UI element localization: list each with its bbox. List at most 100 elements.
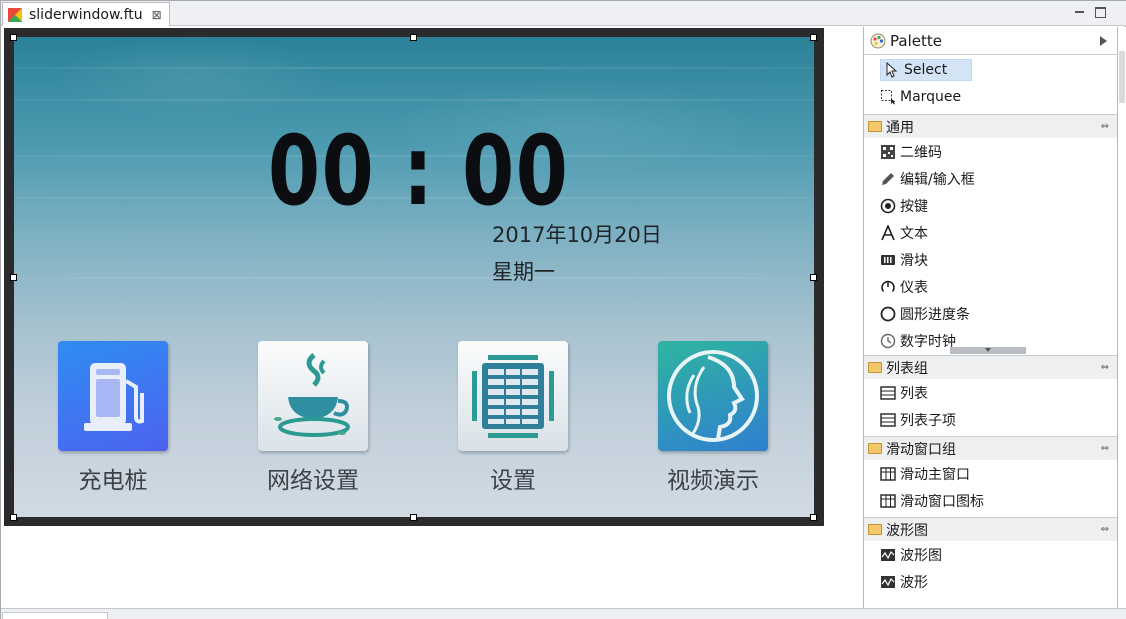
resize-handle[interactable] xyxy=(810,34,817,41)
grid-window-icon xyxy=(880,493,896,508)
drawer-common[interactable]: 通用 ⇔ xyxy=(864,114,1117,138)
tool-slide-window-icon[interactable]: 滑动窗口图标 xyxy=(864,487,1117,514)
app-label: 设置 xyxy=(490,468,536,494)
resize-handle[interactable] xyxy=(810,514,817,521)
maximize-button[interactable] xyxy=(1095,7,1106,18)
close-icon[interactable]: ⊠ xyxy=(152,8,162,22)
tool-label: 波形图 xyxy=(900,547,942,564)
resize-handle[interactable] xyxy=(10,514,17,521)
minimize-button[interactable] xyxy=(1073,5,1087,19)
tool-circle-progress[interactable]: 圆形进度条 xyxy=(864,300,1117,327)
resize-handle[interactable] xyxy=(810,274,817,281)
drawer-scroll-handle[interactable] xyxy=(950,347,1026,354)
tool-waveform-chart[interactable]: 波形图 xyxy=(864,541,1117,568)
folder-icon xyxy=(868,121,882,132)
tool-wave[interactable]: 波形 xyxy=(864,568,1117,595)
tool-label: Select xyxy=(904,61,948,78)
editor-tab[interactable]: sliderwindow.ftu ⊠ xyxy=(2,2,170,26)
tool-label: 滑动窗口图标 xyxy=(900,493,984,510)
folder-icon xyxy=(868,362,882,373)
tool-label: 滑动主窗口 xyxy=(900,466,970,483)
tool-list[interactable]: 列表 xyxy=(864,379,1117,406)
drawer-label: 通用 xyxy=(886,119,914,136)
pencil-icon xyxy=(882,172,894,185)
tool-slide-main-window[interactable]: 滑动主窗口 xyxy=(864,460,1117,487)
collapse-icon[interactable]: ⇔ xyxy=(1101,524,1109,535)
device-frame: 00 : 00 2017年10月20日 星期一 充电桩 网络设置 设置 视频演示 xyxy=(4,28,824,526)
collapse-icon[interactable]: ⇔ xyxy=(1101,121,1109,132)
palette-header[interactable]: Palette xyxy=(864,27,1117,55)
marquee-icon xyxy=(881,89,896,104)
clock-icon xyxy=(880,333,896,348)
tool-label: 列表 xyxy=(900,385,928,402)
drawer-label: 列表组 xyxy=(886,360,928,377)
list-icon xyxy=(880,385,896,400)
tool-slider[interactable]: 滑块 xyxy=(864,246,1117,273)
face-profile-icon[interactable] xyxy=(658,341,768,451)
weekday-text[interactable]: 星期一 xyxy=(492,256,555,286)
app-charging-pile[interactable]: 充电桩 xyxy=(57,341,169,495)
resize-handle[interactable] xyxy=(410,34,417,41)
tool-text[interactable]: 文本 xyxy=(864,219,1117,246)
tool-label: 二维码 xyxy=(900,144,942,161)
drawer-slide-window-group[interactable]: 滑动窗口组 ⇔ xyxy=(864,436,1117,460)
app-label: 视频演示 xyxy=(667,468,759,494)
palette-panel: Palette Select Marquee 通用 ⇔ 二维码 编辑/输入框 按… xyxy=(863,27,1118,608)
expand-arrow-icon[interactable] xyxy=(1100,35,1107,46)
tool-label: 文本 xyxy=(900,225,928,242)
drawer-label: 滑动窗口组 xyxy=(886,441,956,458)
resize-handle[interactable] xyxy=(10,34,17,41)
gauge-icon xyxy=(881,280,895,292)
tool-marquee[interactable]: Marquee xyxy=(864,83,1117,110)
device-screen[interactable]: 00 : 00 2017年10月20日 星期一 充电桩 网络设置 设置 视频演示 xyxy=(14,37,814,517)
tool-qrcode[interactable]: 二维码 xyxy=(864,138,1117,165)
palette-scrollbar[interactable] xyxy=(1118,27,1126,608)
design-canvas[interactable]: 00 : 00 2017年10月20日 星期一 充电桩 网络设置 设置 视频演示 xyxy=(1,27,863,608)
scrollbar-thumb[interactable] xyxy=(1119,51,1125,103)
palette-icon xyxy=(870,33,886,48)
bottom-tab[interactable] xyxy=(2,612,108,619)
file-icon xyxy=(8,7,22,22)
tool-label: 按键 xyxy=(900,198,928,215)
palette-title: Palette xyxy=(890,31,942,50)
tool-select[interactable]: Select xyxy=(864,56,1117,83)
app-video-demo[interactable]: 视频演示 xyxy=(657,341,769,495)
tool-select-highlight[interactable]: Select xyxy=(880,58,973,81)
tool-label: 数字时钟 xyxy=(900,333,956,350)
fuel-pump-icon[interactable] xyxy=(58,341,168,451)
app-settings[interactable]: 设置 xyxy=(457,341,569,495)
collapse-icon[interactable]: ⇔ xyxy=(1101,362,1109,373)
app-label: 充电桩 xyxy=(78,468,148,494)
drawer-label: 波形图 xyxy=(886,522,928,539)
tool-edit-input[interactable]: 编辑/输入框 xyxy=(864,165,1117,192)
slider-icon xyxy=(881,254,895,265)
resize-handle[interactable] xyxy=(410,514,417,521)
settings-grid-icon[interactable] xyxy=(458,341,568,451)
radio-button-icon xyxy=(880,198,896,213)
tool-label: 仪表 xyxy=(900,279,928,296)
tool-button[interactable]: 按键 xyxy=(864,192,1117,219)
resize-handle[interactable] xyxy=(10,274,17,281)
date-text[interactable]: 2017年10月20日 xyxy=(492,219,662,249)
water-ripple xyxy=(14,277,814,279)
drawer-waveform[interactable]: 波形图 ⇔ xyxy=(864,517,1117,541)
folder-icon xyxy=(868,524,882,535)
digital-clock[interactable]: 00 : 00 xyxy=(268,123,569,219)
tool-gauge[interactable]: 仪表 xyxy=(864,273,1117,300)
drawer-list-group[interactable]: 列表组 ⇔ xyxy=(864,355,1117,379)
coffee-cup-icon[interactable] xyxy=(258,341,368,451)
grid-window-icon xyxy=(880,466,896,481)
editor-tab-label: sliderwindow.ftu xyxy=(29,6,143,23)
tool-list-item[interactable]: 列表子项 xyxy=(864,406,1117,433)
bottom-tab-strip xyxy=(1,608,1126,619)
list-icon xyxy=(880,412,896,427)
cursor-arrow-icon xyxy=(886,61,898,78)
collapse-icon[interactable]: ⇔ xyxy=(1101,443,1109,454)
tool-label: 编辑/输入框 xyxy=(900,171,975,188)
waveform-icon xyxy=(881,575,895,588)
circle-icon xyxy=(880,306,896,321)
ide-window: sliderwindow.ftu ⊠ 00 : 00 2017年10月20日 星… xyxy=(0,0,1126,619)
app-network-settings[interactable]: 网络设置 xyxy=(257,341,369,495)
qrcode-icon xyxy=(881,144,895,159)
tool-label: 列表子项 xyxy=(900,412,956,429)
